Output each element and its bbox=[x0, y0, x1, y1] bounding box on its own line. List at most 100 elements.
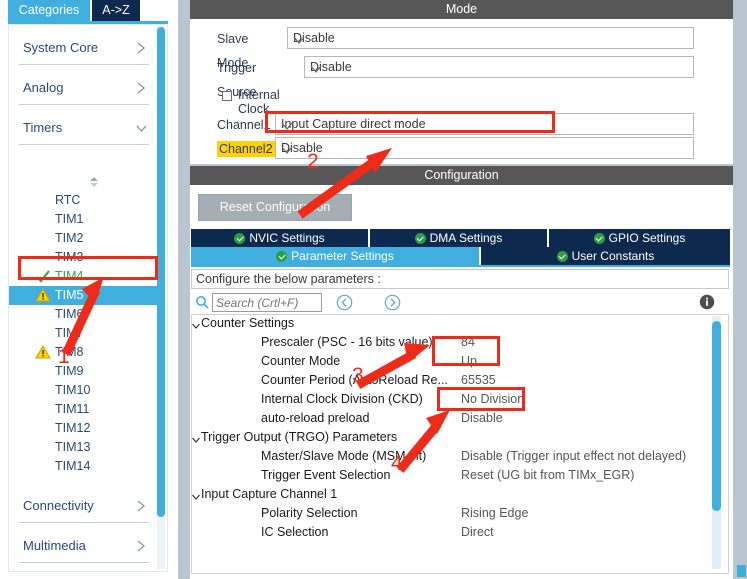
tab-a-to-z[interactable]: A->Z bbox=[92, 0, 140, 21]
warning-icon bbox=[35, 345, 51, 360]
tree-row-auto-reload-preload[interactable]: auto-reload preload Disable bbox=[191, 411, 711, 430]
sidebar-timer-tim2[interactable]: TIM2 bbox=[9, 229, 165, 248]
sidebar-item-analog[interactable]: Analog bbox=[19, 75, 149, 105]
timer-list: RTC TIM1 TIM2 TIM3 TIM4 TIM5 TIM6 TIM7 T… bbox=[9, 191, 165, 476]
tab-categories[interactable]: Categories bbox=[8, 0, 90, 21]
tab-parameter-settings[interactable]: Parameter Settings bbox=[191, 247, 479, 265]
timer-label: TIM13 bbox=[55, 440, 91, 454]
sidebar-timer-tim12[interactable]: TIM12 bbox=[9, 419, 165, 438]
tree-row-polarity-selection[interactable]: Polarity Selection Rising Edge bbox=[191, 506, 711, 525]
list-spinner-icon[interactable] bbox=[87, 175, 101, 189]
slave-mode-dropdown[interactable]: Disable bbox=[287, 27, 694, 49]
tab-user-constants[interactable]: User Constants bbox=[481, 247, 730, 265]
tab-label: User Constants bbox=[571, 249, 655, 263]
sidebar-timer-tim14[interactable]: TIM14 bbox=[9, 457, 165, 476]
tab-label: DMA Settings bbox=[429, 231, 503, 245]
chevron-down-icon bbox=[191, 434, 201, 444]
sidebar-item-label: Multimedia bbox=[23, 538, 86, 553]
master-slave-mode-value[interactable]: Disable (Trigger input effect not delaye… bbox=[461, 449, 686, 463]
chevron-right-circle-icon[interactable] bbox=[384, 294, 401, 311]
trigger-event-selection-value[interactable]: Reset (UG bit from TIMx_EGR) bbox=[461, 468, 634, 482]
timer-label: TIM4 bbox=[55, 269, 84, 283]
sidebar-item-connectivity[interactable]: Connectivity bbox=[19, 493, 149, 523]
sidebar-timer-tim8[interactable]: TIM8 bbox=[9, 343, 165, 362]
sidebar-timer-tim3[interactable]: TIM3 bbox=[9, 248, 165, 267]
clock-division-value[interactable]: No Division bbox=[461, 392, 524, 406]
sidebar-timer-tim11[interactable]: TIM11 bbox=[9, 400, 165, 419]
tree-row-counter-period[interactable]: Counter Period (AutoReload Re... 65535 bbox=[191, 373, 711, 392]
tree-row-master-slave-mode[interactable]: Master/Slave Mode (MSM bit) Disable (Tri… bbox=[191, 449, 711, 468]
parameter-label: Trigger Event Selection bbox=[261, 468, 391, 482]
counter-mode-value[interactable]: Up bbox=[461, 354, 477, 368]
parameter-label: Master/Slave Mode (MSM bit) bbox=[261, 449, 427, 463]
sidebar-timer-tim6[interactable]: TIM6 bbox=[9, 305, 165, 324]
counter-period-value[interactable]: 65535 bbox=[461, 373, 496, 387]
tree-group-label: Input Capture Channel 1 bbox=[201, 487, 338, 501]
info-icon[interactable] bbox=[699, 294, 715, 310]
tree-group-input-capture-channel-1[interactable]: Input Capture Channel 1 bbox=[191, 487, 711, 506]
channel2-dropdown[interactable]: Disable bbox=[275, 137, 694, 159]
tree-group-counter-settings[interactable]: Counter Settings bbox=[191, 316, 711, 335]
chevron-right-icon bbox=[135, 41, 147, 55]
trigger-source-dropdown[interactable]: Disable bbox=[304, 56, 694, 78]
tree-row-prescaler[interactable]: Prescaler (PSC - 16 bits value) 84 bbox=[191, 335, 711, 354]
auto-reload-preload-value[interactable]: Disable bbox=[461, 411, 503, 425]
sidebar-scrollbar-thumb[interactable] bbox=[157, 27, 165, 517]
timer-label: TIM9 bbox=[55, 364, 84, 378]
sidebar-timer-tim10[interactable]: TIM10 bbox=[9, 381, 165, 400]
parameter-label: Polarity Selection bbox=[261, 506, 358, 520]
tree-row-trigger-event-selection[interactable]: Trigger Event Selection Reset (UG bit fr… bbox=[191, 468, 711, 487]
reset-configuration-button[interactable]: Reset Configuration bbox=[198, 194, 352, 221]
parameter-label: Counter Mode bbox=[261, 354, 341, 368]
sidebar-timer-tim7[interactable]: TIM7 bbox=[9, 324, 165, 343]
chevron-down-icon bbox=[281, 120, 293, 131]
search-input[interactable] bbox=[212, 293, 322, 312]
chevron-right-icon bbox=[135, 81, 147, 95]
tree-group-trgo-parameters[interactable]: Trigger Output (TRGO) Parameters bbox=[191, 430, 711, 449]
tab-gpio-settings[interactable]: GPIO Settings bbox=[549, 229, 730, 247]
window-right-rail bbox=[733, 0, 747, 579]
sidebar-item-timers[interactable]: Timers bbox=[19, 115, 149, 145]
polarity-selection-value[interactable]: Rising Edge bbox=[461, 506, 528, 520]
chevron-down-icon bbox=[191, 491, 201, 501]
window-scrollbar-thumb[interactable] bbox=[737, 565, 746, 577]
sidebar-timer-tim4[interactable]: TIM4 bbox=[9, 267, 165, 286]
prescaler-value[interactable]: 84 bbox=[461, 335, 475, 349]
tab-nvic-settings[interactable]: NVIC Settings bbox=[191, 229, 368, 247]
sidebar-item-system-core[interactable]: System Core bbox=[19, 35, 149, 65]
tree-row-ic-selection[interactable]: IC Selection Direct bbox=[191, 525, 711, 544]
channel2-label-text: Channel2 bbox=[217, 141, 275, 157]
internal-clock-label: Internal Clock bbox=[238, 88, 280, 116]
chevron-right-icon bbox=[135, 539, 147, 553]
tree-row-counter-mode[interactable]: Counter Mode Up bbox=[191, 354, 711, 373]
timer-label: TIM8 bbox=[55, 345, 84, 359]
configure-hint-bar: Configure the below parameters : bbox=[191, 269, 729, 289]
sidebar-item-multimedia[interactable]: Multimedia bbox=[19, 533, 149, 563]
sidebar-timer-tim13[interactable]: TIM13 bbox=[9, 438, 165, 457]
tree-group-label: Counter Settings bbox=[201, 316, 295, 330]
tree-group-label: Trigger Output (TRGO) Parameters bbox=[201, 430, 398, 444]
sidebar-timer-rtc[interactable]: RTC bbox=[9, 191, 165, 210]
internal-clock-checkbox[interactable] bbox=[222, 91, 232, 101]
ic-selection-value[interactable]: Direct bbox=[461, 525, 494, 539]
chevron-down-icon bbox=[191, 320, 201, 330]
tree-row-clock-division[interactable]: Internal Clock Division (CKD) No Divisio… bbox=[191, 392, 711, 411]
configuration-tabbar-bottom: Parameter Settings User Constants bbox=[191, 247, 730, 265]
timer-label: TIM3 bbox=[55, 250, 84, 264]
channel2-label: Channel2 bbox=[217, 137, 275, 161]
chevron-left-circle-icon[interactable] bbox=[336, 294, 353, 311]
sidebar-timer-tim1[interactable]: TIM1 bbox=[9, 210, 165, 229]
tab-label: NVIC Settings bbox=[249, 231, 325, 245]
parameter-scrollbar-thumb[interactable] bbox=[712, 321, 721, 511]
sidebar-tabbar: Categories A->Z bbox=[0, 0, 178, 22]
tab-dma-settings[interactable]: DMA Settings bbox=[370, 229, 547, 247]
warning-icon bbox=[35, 288, 51, 303]
sidebar-item-label: System Core bbox=[23, 40, 99, 55]
parameter-tree: Counter Settings Prescaler (PSC - 16 bit… bbox=[191, 316, 711, 574]
sidebar-timer-tim5[interactable]: TIM5 bbox=[9, 286, 165, 305]
check-icon bbox=[35, 269, 51, 284]
channel1-dropdown[interactable]: Input Capture direct mode bbox=[275, 113, 694, 135]
timer-label: TIM7 bbox=[55, 326, 84, 340]
sidebar-timer-tim9[interactable]: TIM9 bbox=[9, 362, 165, 381]
channel1-label: Channel1 bbox=[217, 118, 271, 132]
